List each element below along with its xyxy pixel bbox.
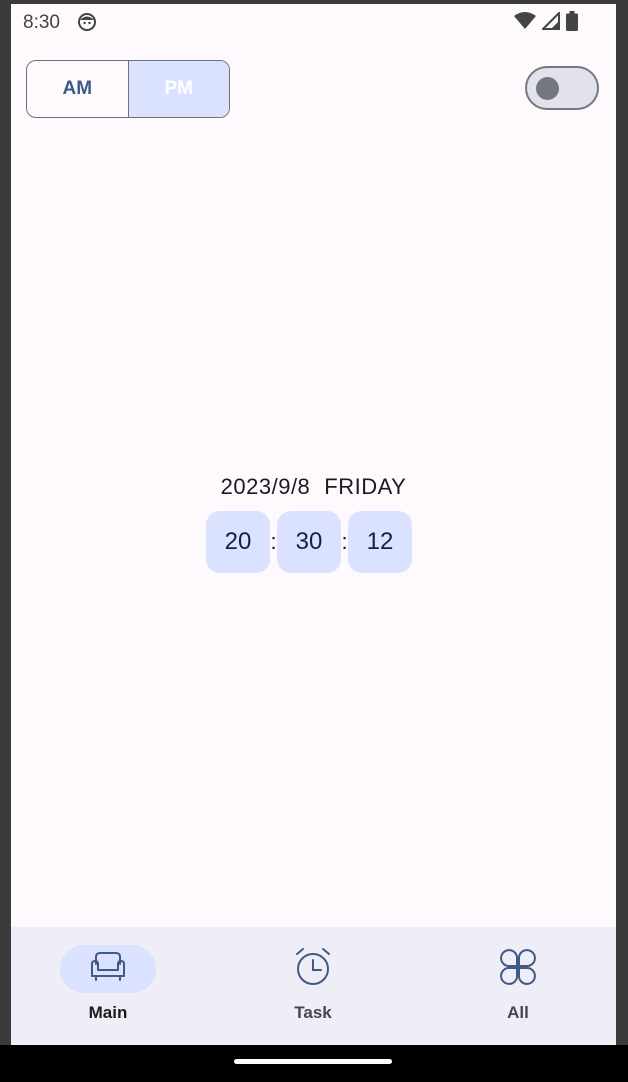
nav-item-task[interactable]: Task [253, 945, 373, 1023]
android-face-icon [77, 12, 97, 32]
status-time: 8:30 [23, 12, 60, 33]
date-text: 2023/9/8 [220, 474, 311, 499]
bottom-navigation: Main Task All [11, 927, 616, 1045]
time-display: 20 : 30 : 12 [206, 511, 412, 573]
hour-box: 20 [206, 511, 270, 573]
battery-icon [566, 11, 578, 36]
nav-item-main[interactable]: Main [48, 945, 168, 1023]
alarm-clock-icon [293, 947, 333, 992]
date-line: 2023/9/8 FRIDAY [11, 474, 616, 500]
minute-box: 30 [277, 511, 341, 573]
nav-indicator [265, 945, 361, 993]
nav-indicator [470, 945, 566, 993]
nav-item-all[interactable]: All [458, 945, 578, 1023]
armchair-icon [88, 950, 128, 989]
nav-label-all: All [507, 1003, 529, 1022]
am-pm-toggle: AM PM [26, 60, 230, 118]
nav-label-main: Main [88, 1003, 128, 1022]
switch-thumb [536, 77, 559, 100]
status-icons [514, 10, 578, 36]
toggle-switch[interactable] [525, 66, 599, 110]
time-separator: : [270, 529, 277, 554]
wifi-icon [514, 12, 536, 35]
nav-indicator [60, 945, 156, 993]
pm-button[interactable]: PM [127, 61, 229, 117]
second-box: 12 [348, 511, 412, 573]
weekday-text: FRIDAY [324, 474, 407, 499]
signal-icon [540, 10, 560, 35]
home-gesture-handle[interactable] [234, 1059, 392, 1064]
nav-label-task: Task [294, 1003, 332, 1022]
app-screen: 8:30 AM PM 2023/9/8 FRIDAY 20: 30: 12 … [11, 4, 616, 1045]
am-button[interactable]: AM [27, 61, 128, 117]
system-gesture-bar [0, 1045, 628, 1082]
time-separator: : [341, 529, 348, 554]
status-bar: 8:30 [11, 4, 616, 40]
clover-grid-icon [498, 947, 538, 992]
